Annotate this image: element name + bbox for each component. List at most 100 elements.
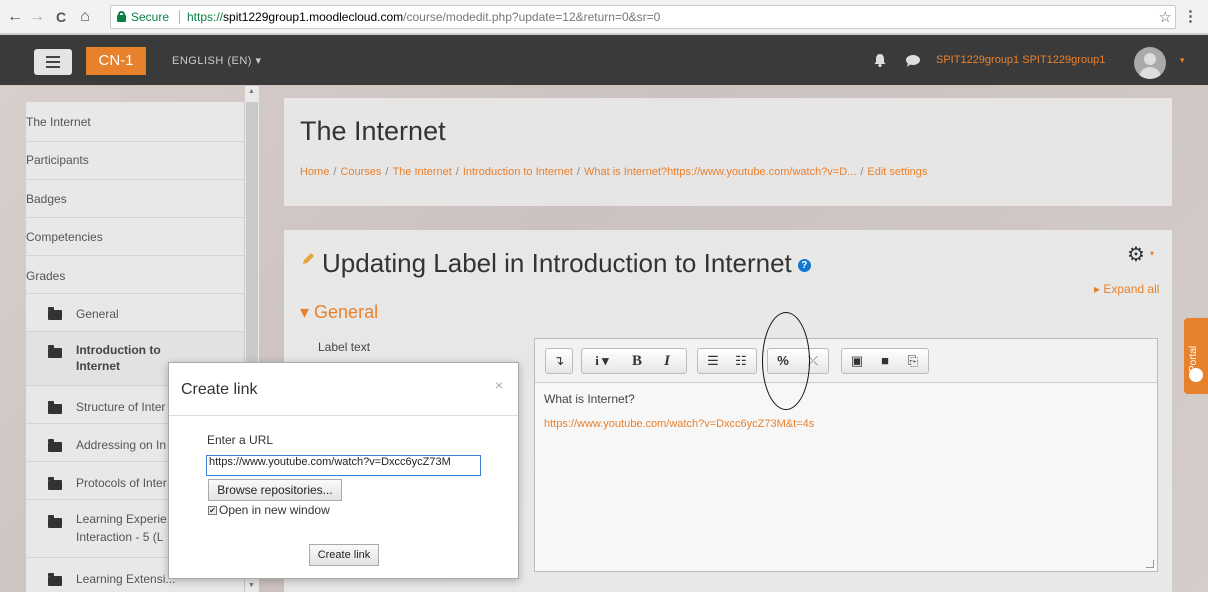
sidebar-item-grades[interactable]: Grades [26, 256, 244, 294]
browser-menu-icon[interactable]: ⋮ [1183, 7, 1198, 25]
bookmark-star-icon[interactable]: ☆ [1159, 8, 1172, 26]
sidebar-item-label-line2: Internet [76, 359, 121, 373]
sidebar-item-general[interactable]: General [26, 294, 244, 332]
dialog-divider [169, 415, 518, 416]
unordered-list-button[interactable]: ☰ [700, 349, 726, 373]
expand-all-link[interactable]: ▸ Expand all [1094, 282, 1159, 296]
breadcrumb-home[interactable]: Home [300, 166, 329, 178]
ordered-list-button[interactable]: ☷ [728, 349, 754, 373]
notification-bell-icon[interactable] [872, 52, 888, 68]
messages-icon[interactable] [905, 54, 921, 68]
breadcrumb-course[interactable]: The Internet [392, 166, 451, 178]
form-heading: Updating Label in Introduction to Intern… [302, 248, 811, 279]
manage-files-button[interactable]: ⎘ [900, 349, 926, 373]
lock-icon [117, 11, 126, 22]
breadcrumb-separator: / [333, 166, 337, 178]
sidebar-item-label: Badges [26, 192, 67, 206]
folder-icon [48, 345, 62, 358]
open-new-window-checkbox[interactable]: ✔ [208, 506, 217, 516]
url-input[interactable]: https://www.youtube.com/watch?v=Dxcc6ycZ… [206, 455, 481, 476]
close-icon[interactable]: × [495, 377, 503, 393]
sidebar-item-the-internet[interactable]: The Internet [26, 102, 244, 142]
resize-grip-icon[interactable] [1146, 560, 1154, 568]
help-icon[interactable]: ? [797, 258, 811, 272]
avatar[interactable] [1134, 47, 1166, 79]
gear-caret-icon[interactable]: ▾ [1150, 249, 1154, 258]
sidebar-item-label: Competencies [26, 230, 103, 244]
breadcrumb-separator: / [860, 166, 864, 178]
reload-icon[interactable]: C [52, 8, 70, 26]
open-new-window-label: Open in new window [219, 503, 330, 517]
create-link-button[interactable]: Create link [309, 544, 379, 566]
sidebar-item-label: Introduction to [76, 343, 161, 357]
editor-body-text: What is Internet? [544, 392, 635, 406]
toolbar-group-collapse: ↴ [545, 348, 573, 374]
breadcrumb-edit-settings[interactable]: Edit settings [867, 166, 927, 178]
toolbar-group-lists: ☰ ☷ [697, 348, 757, 374]
secure-label: Secure [131, 10, 170, 24]
url-host: spit1229group1.moodlecloud.com [223, 10, 404, 24]
scroll-up-icon[interactable]: ▲ [248, 88, 255, 95]
breadcrumb-separator: / [385, 166, 389, 178]
home-icon[interactable]: ⌂ [76, 8, 94, 26]
back-icon[interactable]: ← [6, 8, 24, 26]
forward-icon[interactable]: → [28, 8, 46, 26]
media-button[interactable]: ■ [872, 349, 898, 373]
open-new-window-option[interactable]: ✔ Open in new window [208, 503, 330, 517]
editor-body-link[interactable]: https://www.youtube.com/watch?v=Dxcc6ycZ… [544, 418, 814, 430]
label-text-label: Label text [318, 340, 371, 354]
sidebar-item-participants[interactable]: Participants [26, 142, 244, 180]
site-navbar: CN-1 ENGLISH (EN) ▾ SPIT1229group1 SPIT1… [0, 35, 1208, 85]
breadcrumb-separator: / [455, 166, 459, 178]
breadcrumb-activity[interactable]: What is Internet?https://www.youtube.com… [584, 166, 856, 178]
sidebar-scroll-thumb[interactable] [246, 102, 258, 372]
italic-button[interactable]: I [654, 349, 680, 373]
url-text[interactable]: https://spit1229group1.moodlecloud.com/c… [187, 10, 660, 24]
toolbar-group-text: i ▾ B I [581, 348, 687, 374]
browse-repositories-button[interactable]: Browse repositories... [208, 479, 342, 501]
sidebar-item-label: Protocols of Inter [76, 476, 167, 490]
section-general-toggle[interactable]: ▾ General [300, 302, 378, 323]
hamburger-menu-button[interactable] [34, 49, 72, 75]
user-name[interactable]: SPIT1229group1 SPIT1229group1 [936, 54, 1105, 66]
sidebar-item-label-line2: Interaction - 5 (L [76, 530, 164, 544]
sidebar-item-label: Participants [26, 153, 89, 167]
breadcrumb-separator: / [576, 166, 580, 178]
scroll-down-icon[interactable]: ▼ [248, 582, 255, 589]
url-scheme: https:// [187, 10, 224, 24]
image-button[interactable]: ▣ [844, 349, 870, 373]
sidebar-item-label: Structure of Inter [76, 400, 166, 414]
gear-icon[interactable]: ⚙ [1127, 242, 1145, 267]
address-separator [179, 10, 180, 24]
annotation-circle [762, 312, 810, 410]
browser-toolbar: ← → C ⌂ Secure https://spit1229group1.mo… [0, 0, 1208, 34]
language-menu[interactable]: ENGLISH (EN) ▾ [172, 54, 262, 67]
folder-icon [48, 477, 62, 490]
sidebar-item-label: Learning Extensi... [76, 572, 176, 586]
address-bar[interactable]: Secure https://spit1229group1.moodleclou… [110, 5, 1176, 29]
breadcrumb-section[interactable]: Introduction to Internet [463, 166, 573, 178]
breadcrumb: Home / Courses / The Internet / Introduction t… [300, 166, 927, 178]
portal-icon [1189, 368, 1203, 382]
course-shortname-button[interactable]: CN-1 [86, 47, 146, 75]
sidebar-item-label: General [76, 307, 119, 321]
rich-text-editor: ↴ i ▾ B I ☰ ☷ % ⤫ ▣ ■ ⎘ What is Internet… [534, 338, 1158, 572]
toolbar-group-media: ▣ ■ ⎘ [841, 348, 929, 374]
url-path: /course/modedit.php?update=12&return=0&s… [403, 10, 661, 24]
user-menu-caret-icon[interactable]: ▾ [1180, 55, 1185, 66]
form-heading-text: Updating Label in Introduction to Intern… [322, 248, 792, 278]
editor-content-area[interactable]: What is Internet? https://www.youtube.co… [535, 384, 1157, 571]
dialog-title: Create link [181, 381, 258, 398]
editor-toolbar: ↴ i ▾ B I ☰ ☷ % ⤫ ▣ ■ ⎘ [535, 339, 1157, 383]
folder-icon [48, 573, 62, 586]
bold-button[interactable]: B [624, 349, 650, 373]
breadcrumb-courses[interactable]: Courses [340, 166, 381, 178]
sidebar-item-label: Addressing on In [76, 438, 167, 452]
folder-icon [48, 307, 62, 320]
url-field-label: Enter a URL [207, 433, 274, 447]
style-button[interactable]: i ▾ [584, 349, 620, 373]
sidebar-item-competencies[interactable]: Competencies [26, 218, 244, 256]
sidebar-item-badges[interactable]: Badges [26, 180, 244, 218]
page-header: The Internet Home / Courses / The Internet / I… [284, 98, 1172, 206]
collapse-button[interactable]: ↴ [546, 349, 572, 373]
